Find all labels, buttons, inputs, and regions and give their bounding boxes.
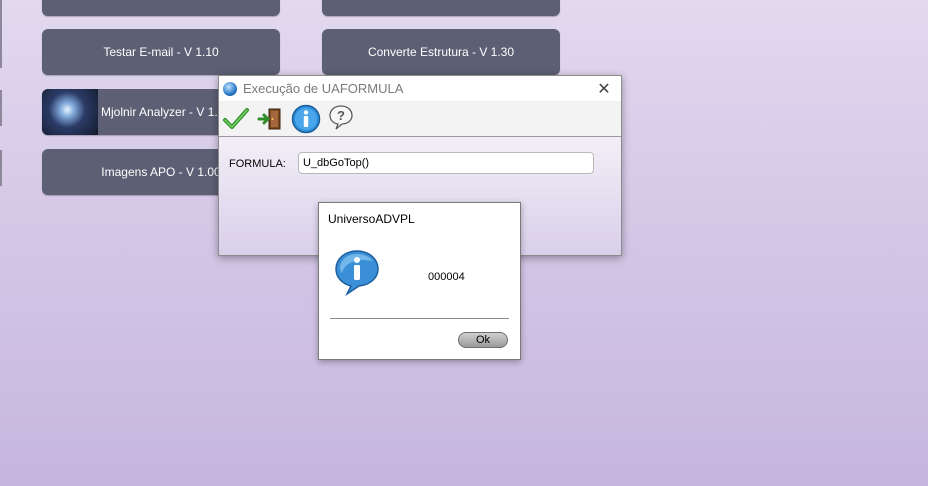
mjolnir-thumbnail-icon: [42, 89, 98, 135]
message-separator: [330, 318, 509, 319]
exit-door-icon[interactable]: [256, 105, 284, 133]
dialog-title: Execução de UAFORMULA: [243, 81, 404, 96]
info-icon[interactable]: [291, 104, 321, 134]
left-edge-mark: [0, 0, 2, 36]
formula-label: FORMULA:: [229, 158, 286, 170]
app-button-top-right[interactable]: [322, 0, 560, 16]
ok-button[interactable]: Ok: [458, 332, 508, 348]
dialog-toolbar: ?: [219, 101, 621, 137]
app-button-label: Testar E-mail - V 1.10: [103, 45, 219, 59]
left-edge-mark: [0, 90, 2, 126]
help-icon[interactable]: ?: [327, 103, 355, 131]
message-box-title: UniversoADVPL: [328, 212, 415, 226]
left-edge-mark: [0, 32, 2, 68]
app-button-testar-email[interactable]: Testar E-mail - V 1.10: [42, 29, 280, 75]
info-bubble-icon: [335, 250, 379, 296]
app-button-label: Converte Estrutura - V 1.30: [367, 45, 515, 59]
left-edge-mark: [0, 150, 2, 186]
message-text: 000004: [428, 271, 465, 283]
check-icon[interactable]: [222, 105, 250, 133]
dialog-titlebar[interactable]: Execução de UAFORMULA ✕: [219, 76, 621, 101]
formula-input[interactable]: [298, 152, 594, 174]
close-button[interactable]: ✕: [595, 79, 613, 99]
app-logo-icon: [223, 81, 237, 96]
message-box: UniversoADVPL 000004 Ok: [318, 202, 521, 360]
app-button-label: Imagens APO - V 1.00: [101, 165, 221, 179]
svg-text:?: ?: [337, 108, 345, 123]
app-button-top-left[interactable]: [42, 0, 280, 16]
app-button-converte-estrutura[interactable]: Converte Estrutura - V 1.30: [322, 29, 560, 75]
app-button-label: Mjolnir Analyzer - V 1.00: [101, 105, 232, 119]
